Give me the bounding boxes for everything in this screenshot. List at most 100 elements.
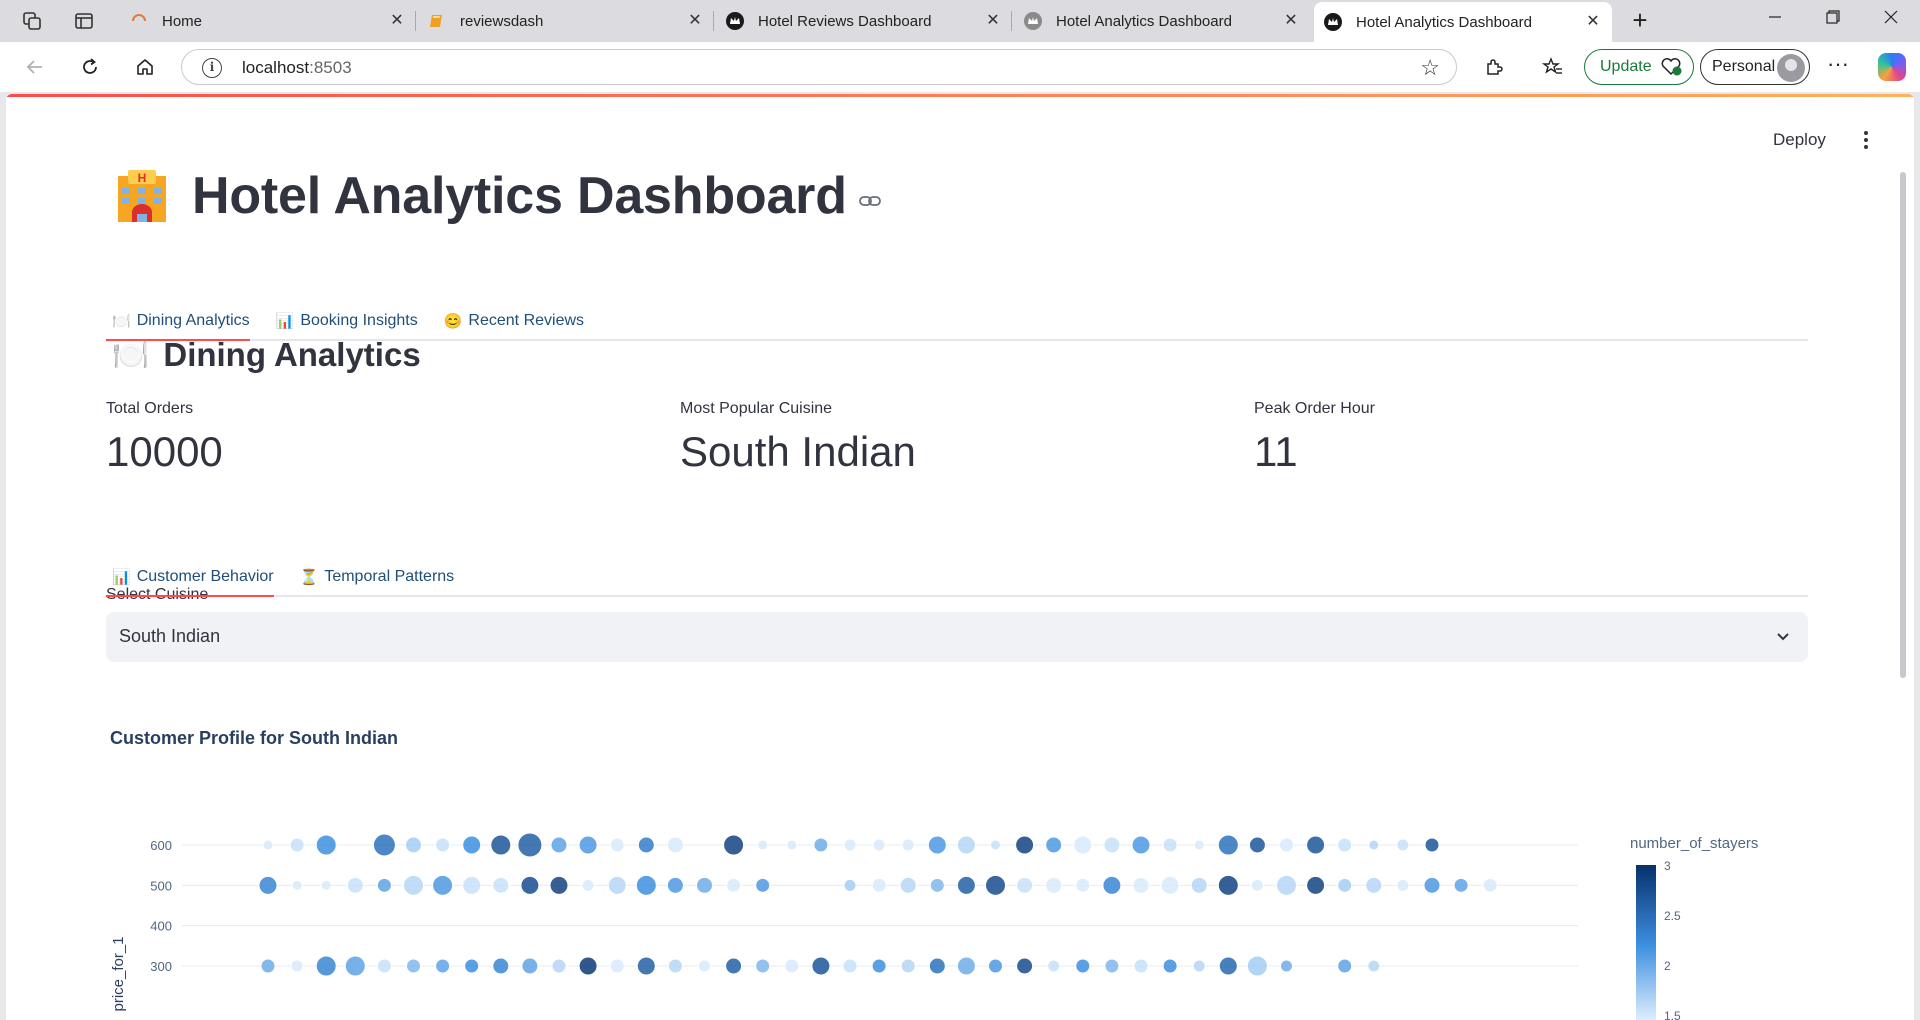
scatter-point: [1073, 835, 1093, 855]
browser-tab-title: Home: [162, 12, 203, 30]
colorbar-title: number_of_stayers: [1630, 835, 1758, 852]
url-host: localhost: [242, 58, 310, 77]
scatter-point: [578, 956, 598, 976]
extensions-icon[interactable]: [1481, 54, 1507, 80]
scatter-point: [872, 838, 886, 852]
scatter-point: [871, 877, 887, 893]
scatter-point: [1453, 877, 1469, 893]
scatter-point: [492, 957, 510, 975]
address-bar[interactable]: i localhost:8503 ☆: [181, 49, 1457, 85]
scatter-point: [1102, 875, 1122, 895]
book-icon: [428, 12, 446, 30]
scatter-point: [435, 837, 451, 853]
spinner-icon: [130, 12, 148, 30]
scatter-point: [1190, 876, 1208, 894]
scatter-point: [1337, 877, 1353, 893]
y-tick-label: 500: [150, 878, 172, 893]
restore-button[interactable]: [1818, 10, 1848, 32]
crown-icon: [1024, 12, 1042, 30]
scatter-point: [1192, 959, 1206, 973]
colorbar-tick-label: 2.5: [1664, 909, 1681, 923]
scatter-point: [755, 958, 771, 974]
refresh-icon[interactable]: [77, 54, 103, 80]
scatter-point: [1337, 958, 1353, 974]
scatter-point: [985, 874, 1006, 896]
scatter-point: [432, 874, 454, 896]
scatter-point: [1423, 876, 1441, 894]
scatter-point: [1368, 839, 1380, 851]
y-tick-label: 400: [150, 919, 172, 934]
scatter-point: [1365, 876, 1383, 894]
app-viewport: Deploy H Hotel Analytics Dashboard 🍽️ Di…: [0, 92, 1920, 1020]
new-tab-button[interactable]: +: [1627, 7, 1653, 34]
scatter-point: [813, 837, 829, 853]
scatter-point: [1045, 836, 1063, 854]
scatter-point: [315, 955, 337, 977]
scatter-point: [1218, 956, 1238, 976]
colorbar-tick-label: 1.5: [1664, 1009, 1681, 1020]
profile-label: Personal: [1712, 58, 1776, 75]
scatter-point: [843, 878, 857, 892]
scatter-point: [755, 877, 771, 893]
browser-tab[interactable]: Hotel Reviews Dashboard ✕: [716, 0, 1012, 42]
scatter-point: [698, 959, 711, 973]
browser-tab-title: reviewsdash: [460, 12, 544, 30]
favorites-icon[interactable]: [1540, 54, 1566, 80]
more-options-icon[interactable]: ···: [1824, 53, 1852, 80]
site-info-icon[interactable]: i: [202, 58, 222, 78]
scatter-point: [725, 957, 743, 975]
scatter-point: [635, 874, 657, 896]
scatter-point: [1248, 836, 1266, 854]
vertical-tabs-icon[interactable]: [72, 9, 96, 33]
scatter-point: [1016, 876, 1034, 894]
scatter-point: [520, 875, 540, 895]
close-tab-icon[interactable]: ✕: [388, 12, 406, 30]
scatter-point: [757, 839, 769, 851]
scatter-point: [344, 955, 366, 977]
scatter-point: [262, 839, 274, 851]
scatter-point: [1162, 958, 1178, 974]
scatter-point: [581, 878, 595, 892]
scatter-point: [320, 879, 332, 891]
favorite-star-icon[interactable]: ☆: [1420, 55, 1440, 81]
scatter-point: [666, 836, 684, 854]
close-tab-icon[interactable]: ✕: [1584, 13, 1602, 31]
scatter-point: [1217, 834, 1239, 856]
scatter-point: [1306, 875, 1326, 895]
minimize-button[interactable]: [1760, 10, 1790, 32]
scatter-point: [1337, 837, 1353, 853]
close-tab-icon[interactable]: ✕: [686, 12, 704, 30]
y-tick-label: 600: [150, 838, 172, 853]
browser-tab[interactable]: reviewsdash ✕: [418, 0, 714, 42]
scatter-point: [901, 838, 915, 852]
scatter-point: [1250, 878, 1264, 892]
scatter-point: [376, 877, 392, 893]
close-window-button[interactable]: [1876, 10, 1906, 32]
scatter-point: [346, 876, 364, 894]
browser-tab[interactable]: Hotel Analytics Dashboard ✕: [1014, 0, 1310, 42]
copilot-icon[interactable]: [1878, 53, 1906, 81]
update-button[interactable]: Update: [1584, 49, 1694, 85]
scatter-point: [609, 958, 625, 974]
colorbar-tick-label: 3: [1664, 859, 1671, 873]
scatter-point: [666, 876, 684, 894]
close-tab-icon[interactable]: ✕: [1282, 12, 1300, 30]
scatter-point: [521, 957, 539, 975]
y-tick-label: 300: [150, 959, 172, 974]
profile-button[interactable]: Personal: [1700, 49, 1810, 85]
scatter-point: [609, 837, 625, 853]
home-icon[interactable]: [132, 54, 158, 80]
scatter-point: [843, 838, 857, 852]
scatter-point: [956, 835, 976, 855]
browser-tab-active[interactable]: Hotel Analytics Dashboard ✕: [1314, 2, 1612, 42]
scatter-point: [462, 875, 482, 895]
scatter-chart: 300 400 500 600 price_for_1 number_of_stayers…: [110, 832, 1758, 1020]
scatter-point: [1104, 958, 1120, 974]
scatter-point: [1396, 838, 1410, 852]
colorbar: [1636, 865, 1656, 1020]
scatter-point: [289, 837, 305, 853]
browser-tab[interactable]: Home ✕: [120, 0, 416, 42]
close-tab-icon[interactable]: ✕: [984, 12, 1002, 30]
workspaces-icon[interactable]: [20, 9, 44, 33]
back-icon[interactable]: [22, 54, 48, 80]
